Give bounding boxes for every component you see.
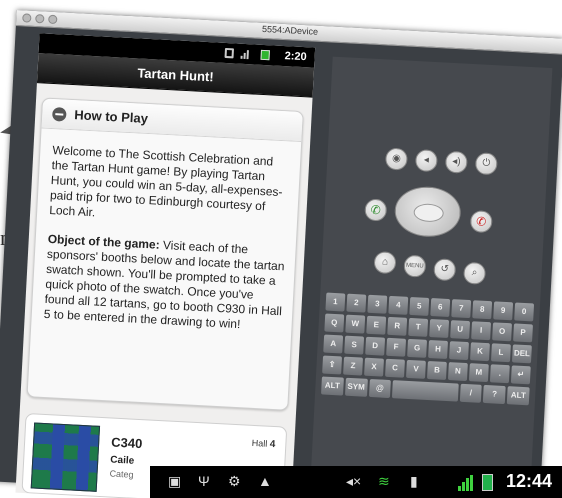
key[interactable]: 6	[430, 298, 451, 318]
key[interactable]: 4	[388, 295, 409, 315]
key[interactable]: B	[426, 360, 447, 380]
search-icon[interactable]: ⌕	[463, 261, 487, 285]
hall-label: Hall 4	[251, 437, 276, 451]
key[interactable]: 0	[514, 302, 535, 322]
key[interactable]: W	[345, 314, 366, 334]
key[interactable]: N	[447, 362, 468, 382]
end-call-button[interactable]: ✆	[469, 210, 493, 234]
phone-screen: 2:20 Tartan Hunt! How to Play Welcome to…	[15, 33, 316, 498]
delete-key[interactable]: DEL	[511, 344, 532, 364]
power-icon[interactable]: ⏻	[474, 152, 498, 176]
key[interactable]: Z	[343, 356, 364, 376]
key[interactable]: H	[428, 340, 448, 359]
volume-up-icon[interactable]: ◂)	[444, 150, 468, 174]
alt-key[interactable]: ALT	[507, 386, 530, 406]
key[interactable]: X	[364, 357, 384, 377]
key[interactable]: E	[366, 315, 387, 335]
emulator-window: 5554:ADevice 2:20 Tartan Hunt! How to Pl…	[0, 9, 562, 498]
shift-key[interactable]: ⇧	[322, 355, 343, 375]
key[interactable]: 2	[346, 293, 367, 313]
booth-number: C340	[110, 434, 143, 452]
signal-icon	[240, 49, 250, 60]
system-clock: 12:44	[505, 471, 552, 491]
key[interactable]: 9	[493, 301, 514, 321]
key[interactable]: G	[407, 338, 428, 358]
key[interactable]: /	[459, 383, 483, 403]
how-to-play-title: How to Play	[73, 107, 149, 126]
object-text: Visit each of the sponsors' booths below…	[43, 237, 285, 332]
hall-number: 4	[269, 438, 276, 451]
sim-icon: ▮	[410, 473, 418, 489]
hall-text: Hall	[251, 437, 268, 449]
battery-icon	[260, 49, 270, 61]
key[interactable]: L	[490, 343, 511, 363]
enter-key[interactable]: ↵	[510, 365, 531, 385]
sym-key[interactable]: SYM	[344, 377, 368, 397]
how-to-play-panel: How to Play Welcome to The Scottish Cele…	[26, 97, 304, 411]
mute-icon: ◂×	[346, 473, 362, 489]
object-paragraph: Object of the game: Visit each of the sp…	[43, 232, 285, 334]
key[interactable]: D	[365, 336, 386, 356]
key[interactable]: 8	[472, 300, 493, 320]
sim-card-icon	[224, 47, 235, 59]
key[interactable]: J	[449, 341, 469, 361]
key[interactable]: 7	[451, 299, 472, 319]
home-icon[interactable]: ⌂	[373, 251, 397, 275]
key[interactable]: 5	[409, 296, 430, 316]
wifi-icon: ≋	[378, 473, 390, 489]
key[interactable]: C	[385, 358, 405, 378]
usb-icon: Ψ	[198, 473, 210, 489]
key[interactable]: Y	[429, 319, 450, 339]
key[interactable]: F	[386, 337, 407, 357]
cell-signal-icon	[458, 475, 474, 491]
key[interactable]: M	[468, 363, 489, 383]
key[interactable]: U	[450, 320, 471, 340]
call-button[interactable]: ✆	[364, 198, 388, 222]
alt-key[interactable]: ALT	[321, 376, 344, 396]
key[interactable]: T	[408, 317, 429, 337]
system-bar: ▣ Ψ ⚙ ▲ ◂× ≋ ▮ 12:44	[150, 466, 562, 498]
sponsor-name: Caile	[110, 454, 135, 467]
camera-icon[interactable]: ◉	[384, 147, 409, 171]
back-icon[interactable]: ↺	[433, 258, 457, 282]
key[interactable]: .	[489, 364, 510, 384]
key[interactable]: K	[470, 342, 490, 362]
key[interactable]: R	[387, 316, 408, 336]
key[interactable]: P	[513, 323, 533, 343]
sponsor-category: Categ	[109, 468, 134, 480]
battery-charging-icon	[482, 474, 493, 491]
emulator-keyboard: 1 2 3 4 5 6 7 8 9 0 Q W E R T Y U I O P …	[321, 292, 536, 409]
key[interactable]: Q	[324, 313, 345, 333]
intro-paragraph: Welcome to The Scottish Celebration and …	[48, 143, 283, 220]
key[interactable]: @	[368, 378, 392, 399]
dpad-control[interactable]	[393, 185, 462, 239]
menu-button[interactable]: MENU	[403, 254, 427, 278]
key[interactable]: 3	[367, 294, 388, 314]
tartan-swatch-image	[30, 422, 101, 492]
notification-icon[interactable]: ▣	[168, 473, 181, 490]
key[interactable]: 1	[325, 292, 346, 312]
key[interactable]: I	[471, 321, 492, 341]
warning-icon: ▲	[258, 473, 272, 489]
phone-clock: 2:20	[284, 50, 307, 64]
key[interactable]: V	[406, 359, 426, 379]
volume-down-icon[interactable]: ◂	[414, 149, 438, 173]
space-key[interactable]	[392, 380, 459, 402]
key[interactable]: O	[492, 322, 513, 342]
how-to-play-body: Welcome to The Scottish Celebration and …	[31, 128, 301, 334]
collapse-minus-icon[interactable]	[51, 106, 67, 122]
android-debug-icon: ⚙	[228, 473, 241, 489]
key[interactable]: A	[323, 334, 344, 354]
dpad-center-button[interactable]	[413, 203, 445, 223]
key[interactable]: S	[344, 335, 365, 355]
stage: n 5554:ADevice 2:20 Tartan Hunt! How to	[0, 0, 562, 498]
emulator-controls: ◉ ◂ ◂) ⏻ ✆ ✆ ⌂ MENU ↺ ⌕ 1 2 3 4 5 6 7 8 …	[310, 56, 553, 498]
key[interactable]: ?	[483, 384, 506, 405]
